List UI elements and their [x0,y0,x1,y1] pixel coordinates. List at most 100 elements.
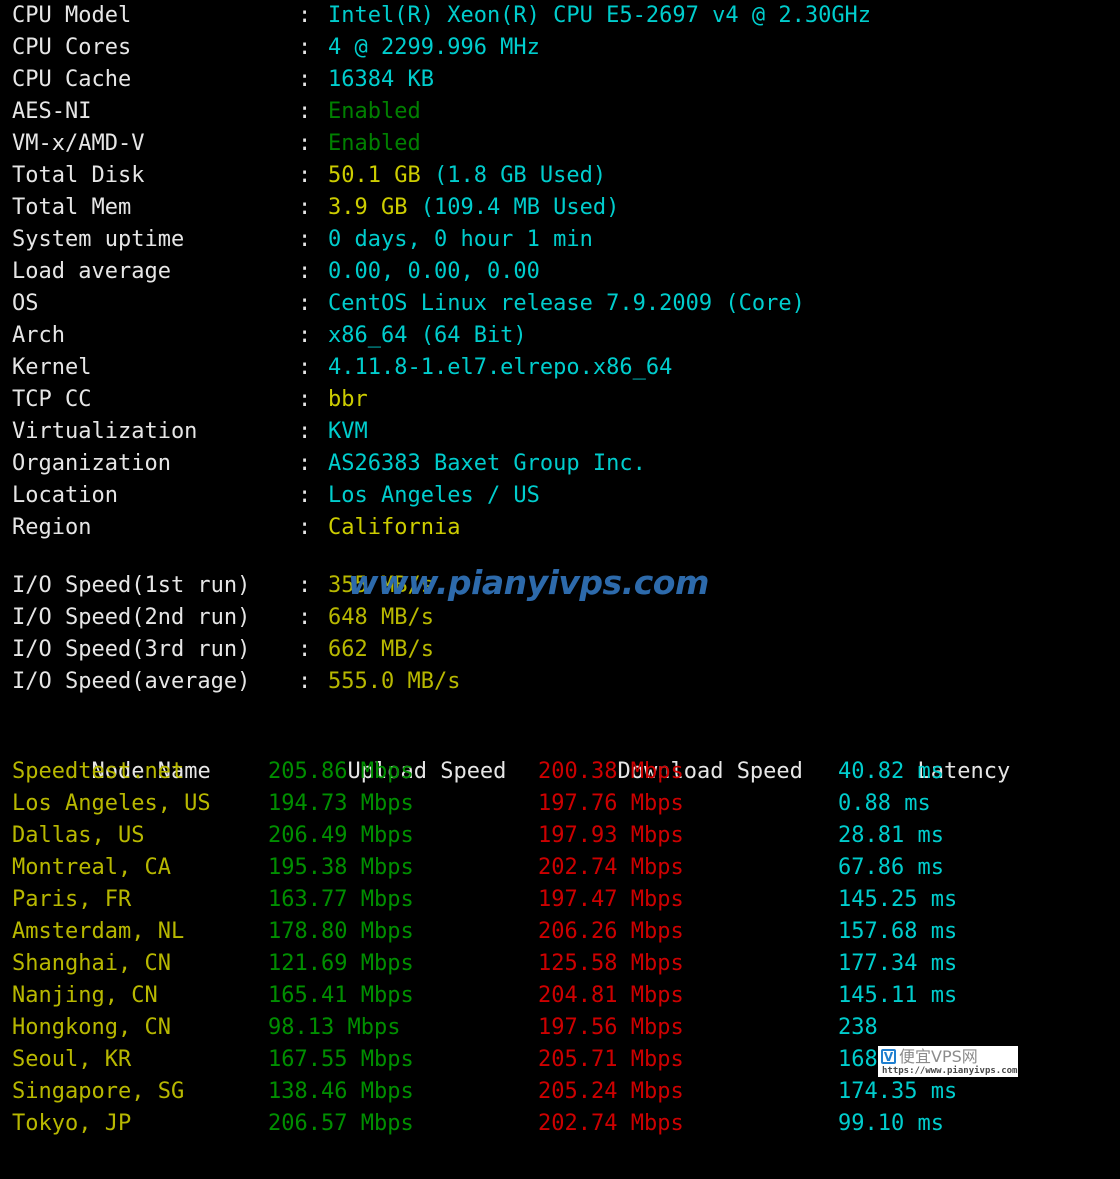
cell-upload-speed: 206.49 Mbps [268,823,414,848]
cell-upload-speed: 138.46 Mbps [268,1079,414,1104]
system-info-label: CPU Cache [12,67,132,92]
cell-node-name: Speedtest.net [12,759,185,784]
system-info-colon: : [298,35,312,60]
speedtest-rows: Speedtest.net 205.86 Mbps 200.38 Mbps 40.82… [0,756,1120,1140]
system-info-colon: : [298,3,312,28]
system-info-label: Organization [12,451,171,476]
io-speed-value: 662 MB/s [328,637,434,662]
cell-download-speed: 125.58 Mbps [538,951,684,976]
cell-upload-speed: 98.13 Mbps [268,1015,401,1040]
system-info-colon: : [298,259,312,284]
system-info-label: System uptime [12,227,185,252]
io-speed-label: I/O Speed(3rd run) [12,637,251,662]
system-info-value: bbr [328,387,368,412]
system-info-colon: : [298,515,312,540]
speedtest-table: Node Name Upload Speed Download Speed Laten… [0,724,1120,1140]
system-info-value: 16384 KB [328,67,434,92]
io-speed-row: I/O Speed(2nd run):648 MB/s [0,602,1120,634]
system-info-colon: : [298,355,312,380]
cell-node-name: Shanghai, CN [12,951,171,976]
table-row: Nanjing, CN 165.41 Mbps 204.81 Mbps 145.11 … [0,980,1120,1012]
table-row: Singapore, SG 138.46 Mbps 205.24 Mbps 174.3… [0,1076,1120,1108]
system-info-value: KVM [328,419,368,444]
system-info-value: 4.11.8-1.el7.elrepo.x86_64 [328,355,673,380]
table-row: Shanghai, CN 121.69 Mbps 125.58 Mbps 177.34… [0,948,1120,980]
system-info-label: Kernel [12,355,92,380]
cell-latency: 40.82 ms [838,759,944,784]
system-info-value: Los Angeles / US [328,483,540,508]
system-info-value: California [328,515,461,540]
cell-latency: 28.81 ms [838,823,944,848]
cell-latency: 177.34 ms [838,951,958,976]
cell-upload-speed: 165.41 Mbps [268,983,414,1008]
io-speed-label: I/O Speed(2nd run) [12,605,251,630]
system-info-colon: : [298,227,312,252]
system-info-colon: : [298,163,312,188]
io-speed-colon: : [298,573,312,598]
cell-upload-speed: 121.69 Mbps [268,951,414,976]
system-info-label: Virtualization [12,419,198,444]
io-speed-label: I/O Speed(1st run) [12,573,251,598]
system-info-label: AES-NI [12,99,92,124]
io-speed-value: 355 MB/s [328,573,434,598]
table-row: Montreal, CA 195.38 Mbps 202.74 Mbps 67.86 … [0,852,1120,884]
table-row: Speedtest.net 205.86 Mbps 200.38 Mbps 40.82… [0,756,1120,788]
system-info-label: Load average [12,259,171,284]
system-info-row: TCP CC: bbr [0,384,1120,416]
cell-upload-speed: 163.77 Mbps [268,887,414,912]
cell-upload-speed: 195.38 Mbps [268,855,414,880]
cell-latency: 157.68 ms [838,919,958,944]
cell-latency: 238 [838,1015,878,1040]
system-info-value: x86_64 (64 Bit) [328,323,527,348]
cell-download-speed: 205.71 Mbps [538,1047,684,1072]
system-info-label: Region [12,515,92,540]
table-row: Amsterdam, NL 178.80 Mbps 206.26 Mbps 157.6… [0,916,1120,948]
cell-node-name: Singapore, SG [12,1079,185,1104]
cell-latency: 99.10 ms [838,1111,944,1136]
system-info-row: Arch: x86_64 (64 Bit) [0,320,1120,352]
system-info-row: Kernel:4.11.8-1.el7.elrepo.x86_64 [0,352,1120,384]
badge-site-name: 便宜VPS网 [899,1047,978,1066]
cell-download-speed: 200.38 Mbps [538,759,684,784]
cell-download-speed: 204.81 Mbps [538,983,684,1008]
system-info-value-suffix: (109.4 MB Used) [407,195,620,220]
system-info-value: 0.00, 0.00, 0.00 [328,259,540,284]
system-info-colon: : [298,291,312,316]
system-info-block: CPU Model: Intel(R) Xeon(R) CPU E5-2697 v… [0,0,1120,544]
system-info-label: Location [12,483,118,508]
system-info-row: Organization: AS26383 Baxet Group Inc. [0,448,1120,480]
cell-node-name: Los Angeles, US [12,791,211,816]
system-info-label: CPU Model [12,3,132,28]
cell-node-name: Amsterdam, NL [12,919,185,944]
io-speed-colon: : [298,605,312,630]
system-info-value: 0 days, 0 hour 1 min [328,227,593,252]
table-row: Dallas, US 206.49 Mbps 197.93 Mbps 28.81 ms [0,820,1120,852]
cell-download-speed: 202.74 Mbps [538,855,684,880]
system-info-value: CentOS Linux release 7.9.2009 (Core) [328,291,805,316]
table-row: Hongkong, CN 98.13 Mbps 197.56 Mbps 238 [0,1012,1120,1044]
system-info-label: Total Disk [12,163,145,188]
io-speed-row: I/O Speed(3rd run):662 MB/s [0,634,1120,666]
io-speed-label: I/O Speed(average) [12,669,251,694]
cell-download-speed: 197.56 Mbps [538,1015,684,1040]
cell-upload-speed: 167.55 Mbps [268,1047,414,1072]
cell-latency: 0.88 ms [838,791,931,816]
system-info-label: Arch [12,323,65,348]
cell-upload-speed: 178.80 Mbps [268,919,414,944]
system-info-colon: : [298,419,312,444]
cell-latency: 145.11 ms [838,983,958,1008]
cell-latency: 67.86 ms [838,855,944,880]
cell-node-name: Tokyo, JP [12,1111,132,1136]
system-info-row: Total Disk:50.1 GB (1.8 GB Used) [0,160,1120,192]
badge-site-url: https://www.pianyivps.com [882,1066,1018,1076]
system-info-colon: : [298,323,312,348]
system-info-value: 4 @ 2299.996 MHz [328,35,540,60]
system-info-value: 3.9 GB [328,195,408,220]
system-info-value: 50.1 GB [328,163,421,188]
system-info-row: Location: Los Angeles / US [0,480,1120,512]
io-speed-value: 648 MB/s [328,605,434,630]
cell-upload-speed: 206.57 Mbps [268,1111,414,1136]
cell-node-name: Montreal, CA [12,855,171,880]
system-info-value: AS26383 Baxet Group Inc. [328,451,646,476]
system-info-label: Total Mem [12,195,132,220]
